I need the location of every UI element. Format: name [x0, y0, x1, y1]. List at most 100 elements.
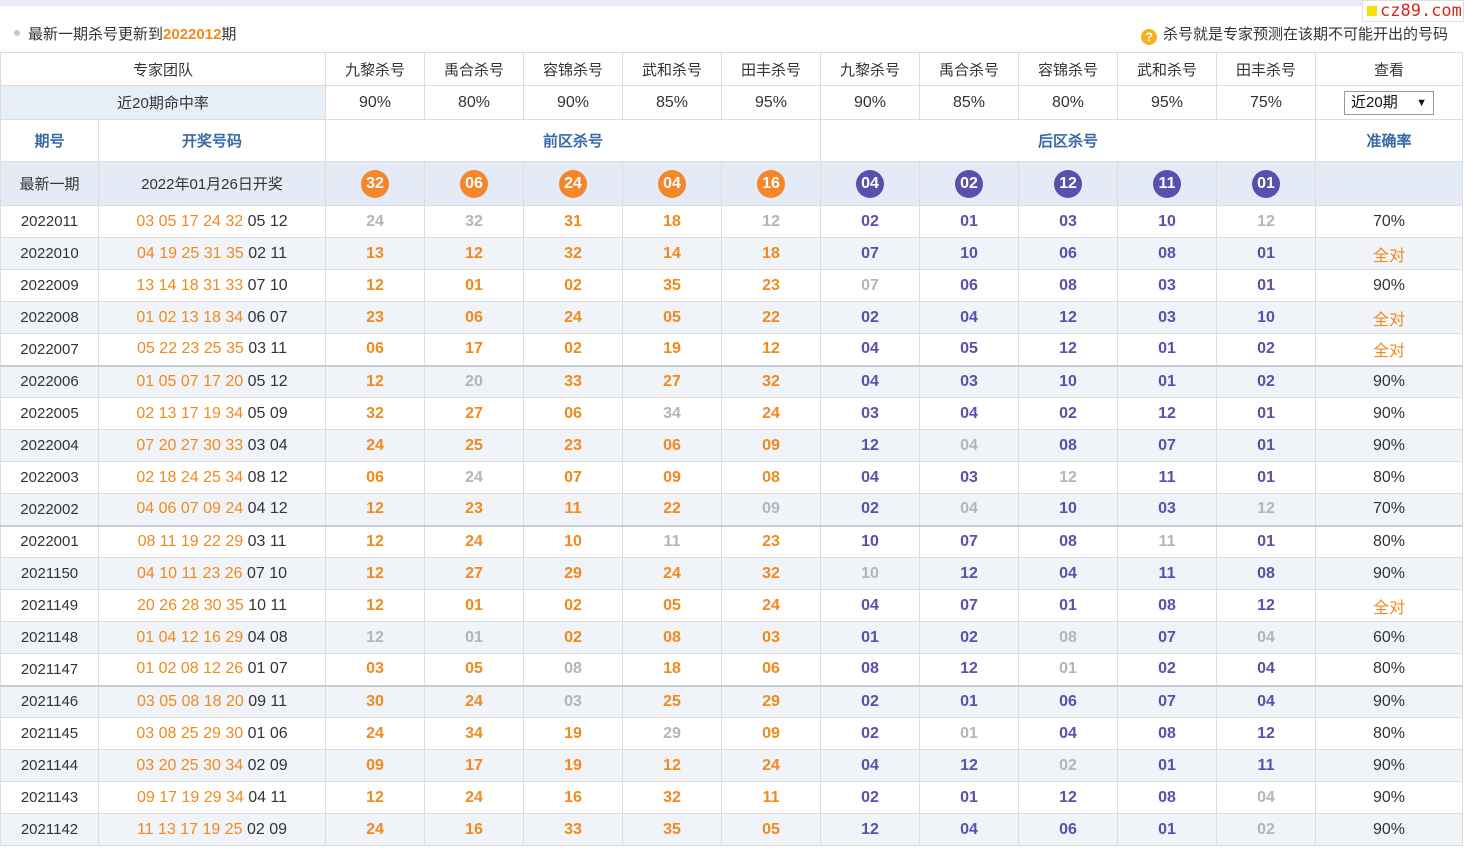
issue-number: 2021147: [0, 653, 99, 686]
period-select-value: 近20期: [1351, 93, 1398, 111]
table-row: 2022011 03 05 17 24 32 05 12 24 32 31 18 12 02 0…: [0, 205, 1464, 238]
issue-number: 2022011: [0, 205, 99, 238]
back-kill-number: 01: [1117, 813, 1218, 846]
front-kill-number: 29: [721, 684, 822, 718]
hit-rate-value: 90%: [325, 85, 426, 120]
draw-numbers: 07 20 27 30 33 03 04: [97, 429, 327, 462]
back-kill-number: 02: [820, 684, 921, 718]
draw-numbers: 11 13 17 19 25 02 09: [97, 813, 327, 846]
front-kill-number: 35: [622, 813, 723, 846]
column-header-row: 期号 开奖号码 前区杀号 后区杀号 准确率: [0, 119, 1464, 162]
table-row: 2022007 05 22 23 25 35 03 11 06 17 02 19 12 04 0…: [0, 333, 1464, 366]
back-kill-number: 12: [820, 429, 921, 462]
issue-number: 2021150: [0, 557, 99, 590]
hit-rate-value: 95%: [721, 85, 822, 120]
site-logo[interactable]: cz89.com: [1362, 0, 1464, 22]
front-kill-ball: 24: [559, 169, 588, 198]
back-kill-number: 03: [919, 364, 1020, 398]
front-kill-number: 19: [622, 333, 723, 366]
draw-front-numbers: 04 10 11 23 26: [136, 564, 243, 582]
back-kill-miss: 12: [1216, 493, 1317, 526]
back-kill-number: 01: [1018, 589, 1119, 622]
accuracy-value: 全对: [1315, 237, 1464, 270]
front-kill-number: 12: [325, 364, 426, 398]
front-kill-number: 24: [325, 429, 426, 462]
latest-front-cell: 32: [325, 161, 426, 206]
front-kill-number: 24: [721, 397, 822, 430]
logo-text: cz89.com: [1380, 1, 1462, 21]
back-kill-number: 01: [1117, 333, 1218, 366]
back-kill-number: 10: [820, 524, 921, 558]
issue-number: 2021142: [0, 813, 99, 846]
front-kill-number: 24: [325, 717, 426, 750]
front-kill-number: 12: [325, 589, 426, 622]
draw-numbers: 20 26 28 30 35 10 11: [97, 589, 327, 622]
front-kill-number: 24: [424, 684, 525, 718]
accuracy-value: 90%: [1315, 364, 1464, 398]
expert-name: 九黎杀号: [820, 52, 921, 86]
draw-front-numbers: 01 02 08 12 26: [136, 660, 244, 678]
accuracy-value: 80%: [1315, 524, 1464, 558]
hit-rate-value: 90%: [820, 85, 921, 120]
front-kill-number: 12: [325, 493, 426, 526]
back-kill-miss: 04: [919, 429, 1020, 462]
front-kill-number: 12: [622, 749, 723, 782]
back-kill-number: 01: [919, 205, 1020, 238]
front-kill-number: 27: [424, 397, 525, 430]
front-kill-number: 33: [523, 813, 624, 846]
back-kill-number: 02: [1018, 397, 1119, 430]
bullet-dot-icon: [14, 30, 20, 36]
draw-front-numbers: 03 05 17 24 32: [136, 212, 244, 230]
back-kill-number: 12: [1018, 301, 1119, 334]
front-kill-number: 09: [721, 429, 822, 462]
issue-number: 2021148: [0, 621, 99, 654]
draw-back-numbers: 06 07: [247, 308, 288, 326]
draw-numbers: 01 02 08 12 26 01 07: [97, 653, 327, 686]
back-kill-number: 04: [919, 397, 1020, 430]
draw-numbers: 09 17 19 29 34 04 11: [97, 781, 327, 814]
back-kill-number: 04: [820, 364, 921, 398]
draw-numbers: 04 10 11 23 26 07 10: [97, 557, 327, 590]
issue-number: 2021144: [0, 749, 99, 782]
latest-back-cell: 11: [1117, 161, 1218, 206]
draw-front-numbers: 03 08 25 29 30: [136, 724, 244, 742]
front-kill-number: 08: [721, 461, 822, 494]
hit-rate-value: 80%: [1018, 85, 1119, 120]
back-kill-miss: 12: [1018, 461, 1119, 494]
issue-number: 2022003: [0, 461, 99, 494]
draw-front-numbers: 01 02 13 18 34: [136, 308, 244, 326]
front-kill-number: 05: [622, 301, 723, 334]
back-kill-miss: 04: [1216, 781, 1317, 814]
front-kill-number: 17: [424, 749, 525, 782]
draw-numbers: 02 13 17 19 34 05 09: [97, 397, 327, 430]
draw-front-numbers: 01 05 07 17 20: [136, 372, 244, 390]
hit-rate-value: 90%: [523, 85, 624, 120]
back-kill-number: 01: [919, 684, 1020, 718]
back-kill-number: 12: [919, 749, 1020, 782]
draw-back-numbers: 04 12: [247, 500, 288, 518]
front-kill-number: 17: [424, 333, 525, 366]
issue-number: 2022004: [0, 429, 99, 462]
update-notice: 最新一期杀号更新到2022012期: [28, 23, 236, 44]
back-kill-number: 02: [1117, 653, 1218, 686]
back-kill-number: 01: [1117, 749, 1218, 782]
back-kill-number: 02: [820, 781, 921, 814]
draw-front-numbers: 02 18 24 25 34: [136, 468, 244, 486]
draw-back-numbers: 02 11: [248, 244, 288, 262]
front-kill-number: 07: [523, 461, 624, 494]
front-kill-number: 13: [325, 237, 426, 270]
draw-numbers: 01 02 13 18 34 06 07: [97, 301, 327, 334]
back-kill-number: 03: [919, 461, 1020, 494]
accuracy-value: 80%: [1315, 717, 1464, 750]
issue-column-header: 期号: [0, 119, 99, 162]
table-row: 2021144 03 20 25 30 34 02 09 09 17 19 12 24 04 1…: [0, 749, 1464, 782]
draw-front-numbers: 04 06 07 09 24: [136, 500, 244, 518]
back-kill-ball: 11: [1153, 169, 1182, 198]
back-kill-number: 02: [820, 717, 921, 750]
back-kill-number: 03: [1117, 493, 1218, 526]
period-select[interactable]: 近20期 ▼: [1344, 90, 1435, 115]
front-kill-number: 06: [325, 461, 426, 494]
front-kill-number: 29: [523, 557, 624, 590]
front-kill-number: 23: [325, 301, 426, 334]
back-kill-number: 04: [1018, 717, 1119, 750]
